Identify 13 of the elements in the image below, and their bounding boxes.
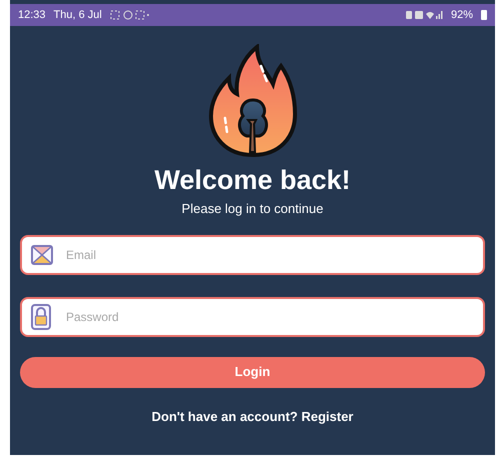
email-field[interactable]: Email [20, 234, 485, 274]
envelope-icon [31, 244, 53, 264]
clock-text: 12:33 [18, 8, 46, 23]
subtitle-text: Please log in to continue [182, 200, 324, 218]
notification-icons [110, 10, 150, 20]
password-field[interactable]: Password [20, 296, 485, 336]
system-status-icons [404, 10, 443, 20]
register-link[interactable]: Don't have an account? Register [152, 406, 354, 426]
welcome-title: Welcome back! [154, 164, 351, 196]
battery-icon [481, 10, 487, 20]
date-text: Thu, 6 Jul [54, 8, 102, 23]
padlock-icon [31, 304, 51, 330]
battery-text: 92% [450, 8, 473, 23]
